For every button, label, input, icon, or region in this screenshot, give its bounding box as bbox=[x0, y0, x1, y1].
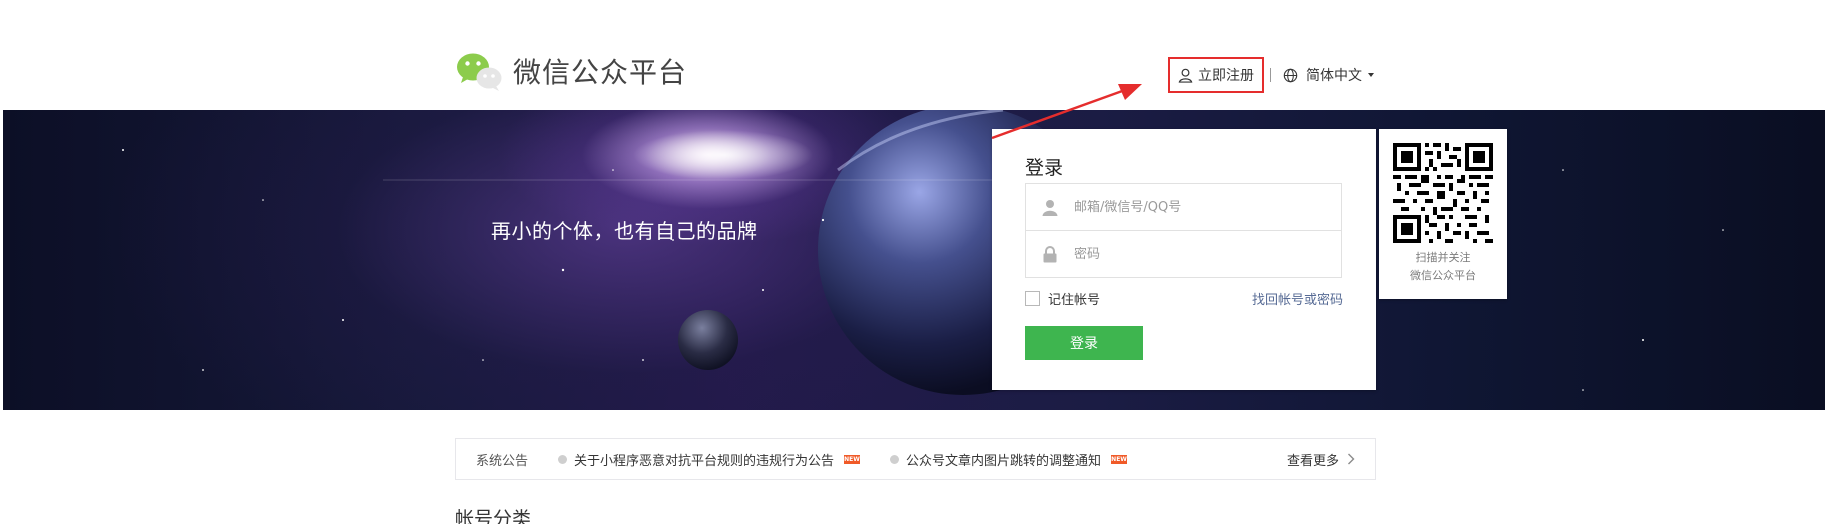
wechat-logo-icon bbox=[457, 53, 502, 91]
user-icon bbox=[1026, 199, 1074, 216]
password-field bbox=[1025, 230, 1342, 278]
login-button[interactable]: 登录 bbox=[1025, 326, 1143, 360]
new-badge: NEW bbox=[844, 454, 861, 464]
notice-item-text: 关于小程序恶意对抗平台规则的违规行为公告 bbox=[574, 453, 835, 469]
notice-label: 系统公告 bbox=[476, 453, 529, 469]
login-title: 登录 bbox=[1025, 157, 1064, 179]
qr-caption-line2: 微信公众平台 bbox=[1410, 269, 1476, 282]
logo[interactable]: 微信公众平台 bbox=[455, 50, 687, 92]
bullet-icon bbox=[890, 454, 900, 464]
password-input[interactable] bbox=[1074, 246, 1324, 262]
login-panel: 登录 记住帐号 找回帐号或密码 登录 bbox=[992, 129, 1376, 390]
new-badge: NEW bbox=[1111, 454, 1128, 464]
register-link[interactable]: 立即注册 bbox=[1168, 57, 1264, 93]
hero-banner: 再小的个体，也有自己的品牌 bbox=[3, 110, 1825, 410]
globe-icon bbox=[1283, 68, 1298, 82]
notice-item-text: 公众号文章内图片跳转的调整通知 bbox=[906, 453, 1102, 469]
qr-panel: 扫描并关注 微信公众平台 bbox=[1379, 129, 1507, 299]
user-icon bbox=[1178, 68, 1193, 83]
remember-label: 记住帐号 bbox=[1048, 293, 1101, 308]
view-more-label: 查看更多 bbox=[1286, 453, 1339, 469]
notice-item[interactable]: 公众号文章内图片跳转的调整通知 NEW bbox=[890, 450, 1128, 469]
language-select[interactable]: 简体中文 bbox=[1283, 65, 1374, 85]
caret-down-icon bbox=[1368, 73, 1374, 77]
forgot-password-link[interactable]: 找回帐号或密码 bbox=[1252, 289, 1343, 308]
space-background-image bbox=[122, 110, 1724, 395]
lock-icon bbox=[1026, 245, 1074, 263]
bullet-icon bbox=[558, 454, 568, 464]
logo-title: 微信公众平台 bbox=[513, 56, 688, 89]
notice-item[interactable]: 关于小程序恶意对抗平台规则的违规行为公告 NEW bbox=[558, 450, 861, 469]
banner-slogan: 再小的个体，也有自己的品牌 bbox=[491, 219, 758, 243]
system-notice-bar: 系统公告 关于小程序恶意对抗平台规则的违规行为公告 NEW 公众号文章内图片跳转… bbox=[455, 438, 1376, 480]
header-divider bbox=[1270, 68, 1271, 82]
qr-code-image bbox=[1393, 143, 1493, 243]
account-input[interactable] bbox=[1074, 199, 1324, 215]
qr-caption-line1: 扫描并关注 bbox=[1415, 251, 1471, 264]
section-title: 帐号分类 bbox=[455, 508, 532, 524]
account-field bbox=[1025, 183, 1342, 231]
chevron-right-icon bbox=[1348, 453, 1355, 465]
register-label: 立即注册 bbox=[1198, 68, 1254, 84]
remember-checkbox[interactable] bbox=[1025, 291, 1040, 306]
page: 微信公众平台 立即注册 简体中文 再小的个体，也有自己的品牌 登录 邮箱/微信号… bbox=[0, 0, 1825, 524]
remember-account[interactable]: 记住帐号 bbox=[1025, 289, 1100, 308]
view-more-link[interactable]: 查看更多 bbox=[1287, 450, 1355, 469]
language-label: 简体中文 bbox=[1306, 68, 1362, 84]
header-actions: 立即注册 简体中文 bbox=[1168, 57, 1374, 93]
